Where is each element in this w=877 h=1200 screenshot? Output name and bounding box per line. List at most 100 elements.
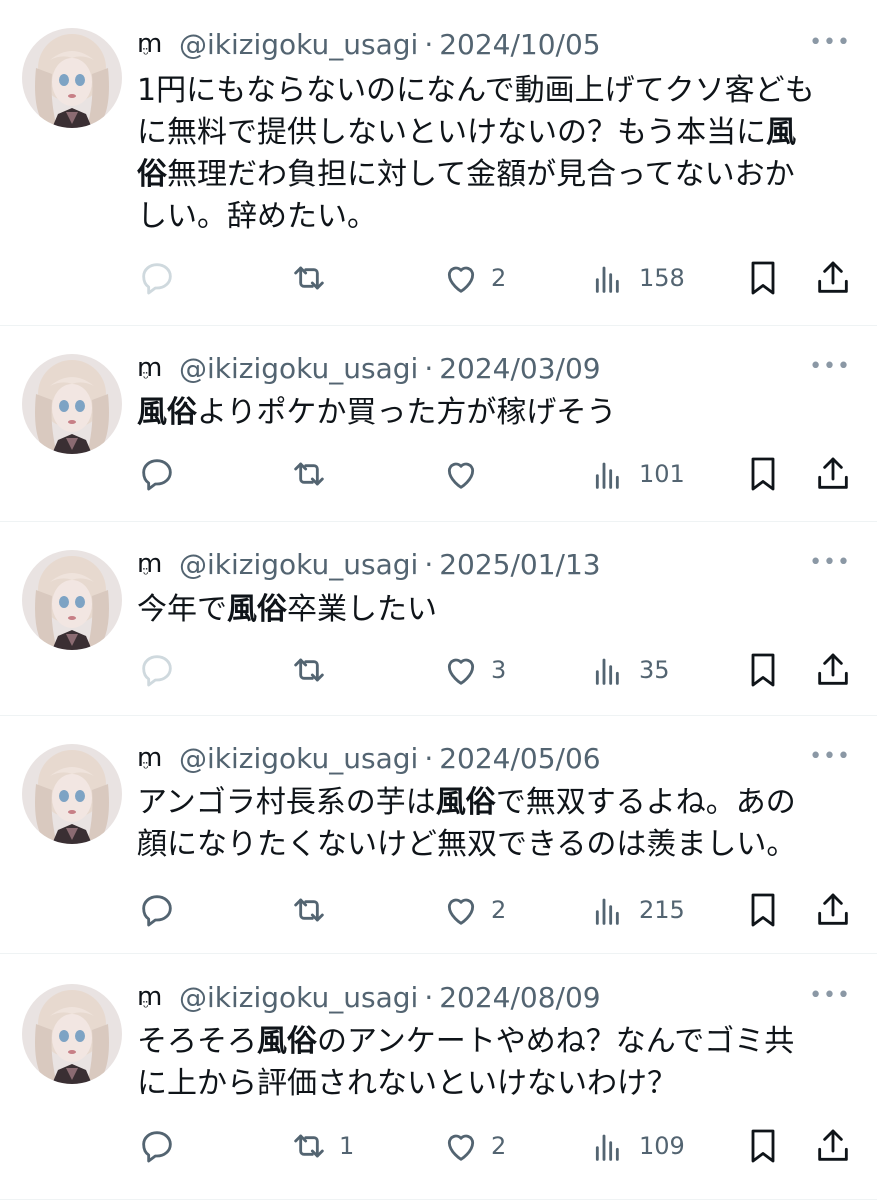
like-button[interactable]: 2 — [441, 258, 506, 298]
like-button[interactable] — [441, 454, 491, 494]
views-button[interactable]: 158 — [589, 258, 685, 298]
views-button[interactable]: 109 — [589, 1126, 685, 1166]
share-button[interactable] — [813, 1126, 853, 1166]
text-segment: しい。辞めたい。 — [137, 199, 377, 234]
avatar[interactable] — [22, 28, 122, 128]
share-button[interactable] — [813, 258, 853, 298]
more-options-icon[interactable]: ••• — [809, 983, 851, 1008]
tweet-text-line: 1円にもならないのになんで動画上げてクソ客ども — [137, 70, 847, 112]
retweet-icon — [289, 890, 329, 930]
retweet-button[interactable]: 1 — [289, 1126, 354, 1166]
tweet-text-line: アンゴラ村長系の芋は風俗で無双するよね。あの — [137, 782, 847, 824]
views-button[interactable]: 35 — [589, 650, 670, 690]
display-name[interactable]: m ᵕ̈ — [137, 29, 171, 63]
share-icon — [813, 454, 853, 494]
highlighted-keyword: 風俗 — [257, 1024, 317, 1059]
display-name-smile: ᵕ̈ — [143, 47, 149, 63]
separator-dot: · — [424, 547, 434, 581]
user-handle[interactable]: @ikizigoku_usagi — [179, 981, 418, 1014]
views-icon — [589, 890, 629, 930]
reply-button[interactable] — [137, 258, 187, 298]
tweet-header: m ᵕ̈ @ikizigoku_usagi · 2024/10/05 — [137, 26, 601, 64]
highlighted-keyword: 風俗 — [227, 592, 287, 627]
tweet-date[interactable]: 2024/10/05 — [439, 28, 600, 61]
tweet-date[interactable]: 2024/05/06 — [439, 742, 600, 775]
user-handle[interactable]: @ikizigoku_usagi — [179, 548, 418, 581]
tweet[interactable]: m ᵕ̈ @ikizigoku_usagi · 2024/05/06 ••• アンゴラ村長系… — [0, 716, 877, 954]
text-segment: よりポケか買った方が稼げそう — [197, 395, 617, 430]
more-options-icon[interactable]: ••• — [809, 30, 851, 55]
reply-icon — [137, 454, 177, 494]
share-button[interactable] — [813, 890, 853, 930]
views-count: 109 — [639, 1132, 685, 1160]
retweet-button[interactable] — [289, 454, 339, 494]
like-icon — [441, 258, 481, 298]
reply-button[interactable] — [137, 454, 187, 494]
text-segment: 今年で — [137, 592, 227, 627]
reply-icon — [137, 258, 177, 298]
display-name[interactable]: m ᵕ̈ — [137, 982, 171, 1016]
retweet-button[interactable] — [289, 258, 339, 298]
tweet-text-line: 顔になりたくないけど無双できるのは羨ましい。 — [137, 824, 847, 866]
more-options-icon[interactable]: ••• — [809, 744, 851, 769]
share-icon — [813, 650, 853, 690]
tweet-actions: 2 215 — [137, 890, 857, 930]
tweet-date[interactable]: 2024/03/09 — [439, 352, 600, 385]
display-name[interactable]: m ᵕ̈ — [137, 353, 171, 387]
tweet[interactable]: m ᵕ̈ @ikizigoku_usagi · 2024/03/09 ••• 風俗よりポケか… — [0, 326, 877, 522]
tweet[interactable]: m ᵕ̈ @ikizigoku_usagi · 2024/08/09 ••• そろそろ風俗の… — [0, 954, 877, 1200]
highlighted-keyword: 風俗 — [137, 395, 197, 430]
avatar[interactable] — [22, 550, 122, 650]
more-options-icon[interactable]: ••• — [809, 550, 851, 575]
highlighted-keyword: 俗 — [137, 157, 167, 192]
like-count: 2 — [491, 1132, 507, 1160]
like-button[interactable]: 2 — [441, 890, 506, 930]
reply-button[interactable] — [137, 890, 187, 930]
tweet-text: 風俗よりポケか買った方が稼げそう — [137, 392, 847, 434]
tweet-date[interactable]: 2025/01/13 — [439, 548, 600, 581]
bookmark-button[interactable] — [743, 650, 783, 690]
display-name-smile: ᵕ̈ — [143, 761, 149, 777]
like-count: 3 — [491, 656, 507, 684]
display-name[interactable]: m ᵕ̈ — [137, 549, 171, 583]
share-button[interactable] — [813, 650, 853, 690]
text-segment: 顔になりたくないけど無双できるのは羨ましい。 — [137, 827, 797, 862]
separator-dot: · — [424, 351, 434, 385]
display-name-glyph: m — [137, 743, 163, 773]
like-button[interactable]: 3 — [441, 650, 506, 690]
display-name-glyph: m — [137, 29, 163, 59]
avatar[interactable] — [22, 984, 122, 1084]
bookmark-button[interactable] — [743, 258, 783, 298]
tweet-header: m ᵕ̈ @ikizigoku_usagi · 2024/08/09 — [137, 979, 601, 1017]
user-handle[interactable]: @ikizigoku_usagi — [179, 742, 418, 775]
share-button[interactable] — [813, 454, 853, 494]
share-icon — [813, 890, 853, 930]
bookmark-button[interactable] — [743, 454, 783, 494]
avatar[interactable] — [22, 354, 122, 454]
avatar[interactable] — [22, 744, 122, 844]
tweet[interactable]: m ᵕ̈ @ikizigoku_usagi · 2024/10/05 ••• 1円にもならな… — [0, 0, 877, 326]
user-handle[interactable]: @ikizigoku_usagi — [179, 28, 418, 61]
user-handle[interactable]: @ikizigoku_usagi — [179, 352, 418, 385]
more-options-icon[interactable]: ••• — [809, 354, 851, 379]
retweet-button[interactable] — [289, 890, 339, 930]
like-icon — [441, 454, 481, 494]
like-count: 2 — [491, 264, 507, 292]
display-name[interactable]: m ᵕ̈ — [137, 743, 171, 777]
bookmark-button[interactable] — [743, 1126, 783, 1166]
tweet-text-line: に無料で提供しないといけないの？もう本当に風 — [137, 112, 847, 154]
text-segment: アンゴラ村長系の芋は — [137, 785, 436, 820]
tweet-text-line: そろそろ風俗のアンケートやめね？なんでゴミ共 — [137, 1021, 847, 1063]
reply-button[interactable] — [137, 1126, 187, 1166]
tweet-date[interactable]: 2024/08/09 — [439, 981, 600, 1014]
views-button[interactable]: 101 — [589, 454, 685, 494]
display-name-smile: ᵕ̈ — [143, 371, 149, 387]
tweet-actions: 101 — [137, 454, 857, 494]
tweet[interactable]: m ᵕ̈ @ikizigoku_usagi · 2025/01/13 ••• 今年で風俗卒業… — [0, 522, 877, 716]
views-button[interactable]: 215 — [589, 890, 685, 930]
retweet-button[interactable] — [289, 650, 339, 690]
text-segment: 1円にもならないのになんで動画上げてクソ客ども — [137, 73, 815, 108]
like-button[interactable]: 2 — [441, 1126, 506, 1166]
reply-button[interactable] — [137, 650, 187, 690]
bookmark-button[interactable] — [743, 890, 783, 930]
